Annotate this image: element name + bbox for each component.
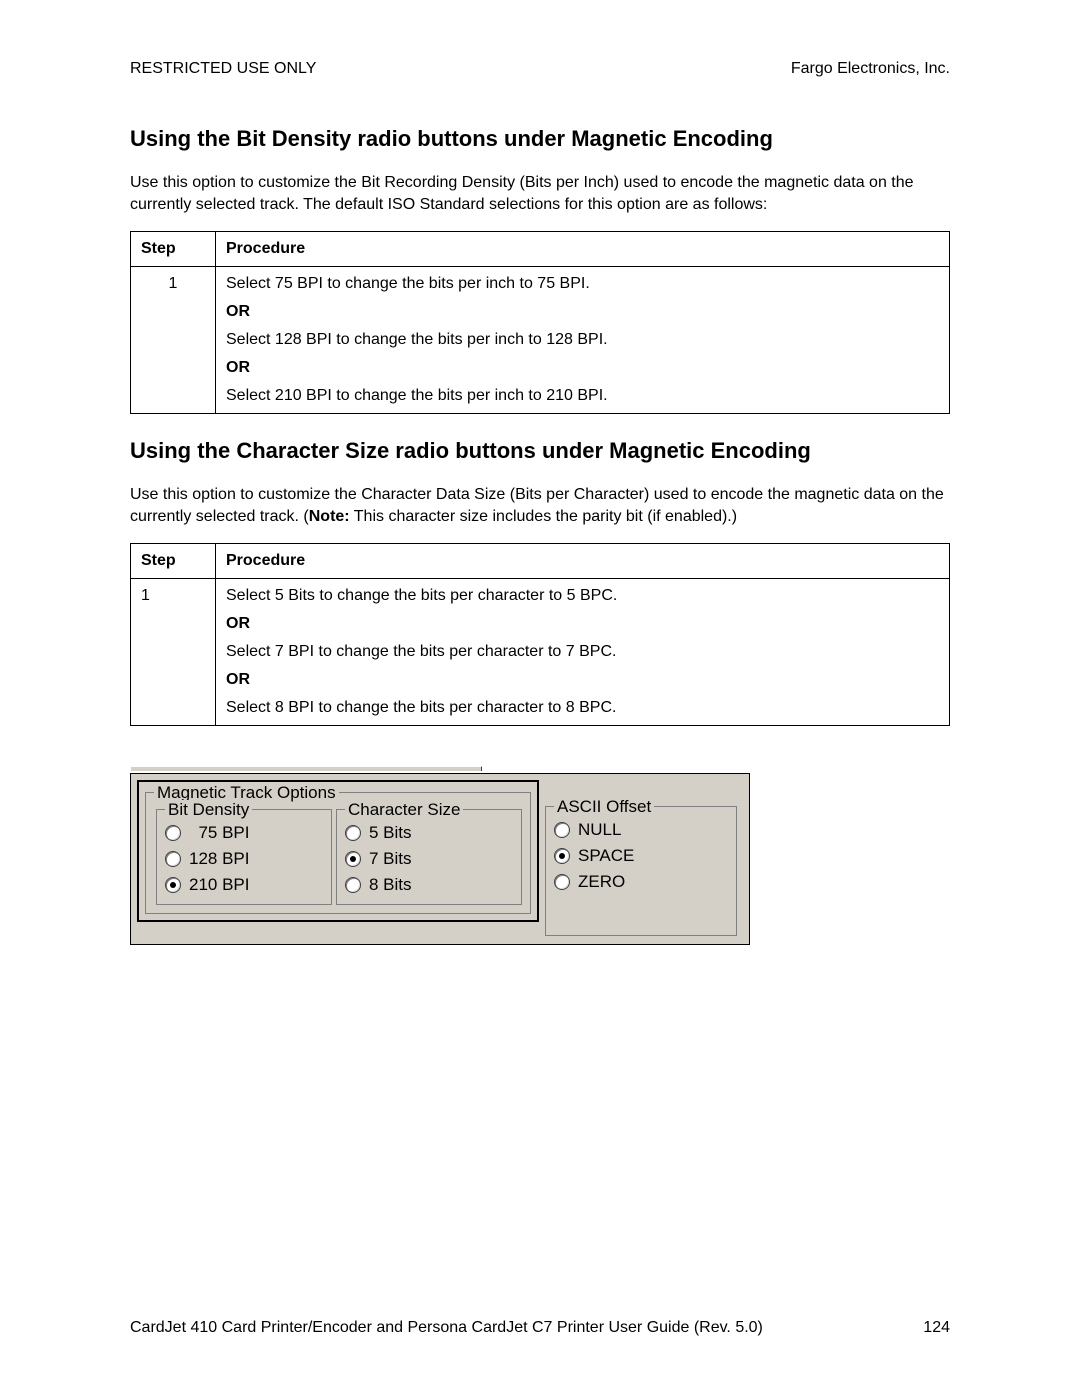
group-label: ASCII Offset [554, 797, 654, 817]
proc-or: OR [226, 359, 939, 377]
table-row-procedure: Select 5 Bits to change the bits per cha… [216, 579, 950, 726]
radio-icon [554, 822, 570, 838]
radio-label: SPACE [578, 846, 634, 866]
table-row-step: 1 [131, 579, 216, 726]
dialog-screenshot: Magnetic Track Options Bit Density 75 BP… [130, 766, 750, 945]
group-bit-density: Bit Density 75 BPI 128 BPI 210 BPI [156, 809, 332, 905]
th-procedure: Procedure [216, 544, 950, 579]
radio-null[interactable]: NULL [554, 817, 730, 843]
radio-icon [554, 848, 570, 864]
radio-label: 7 Bits [369, 849, 412, 869]
radio-7-bits[interactable]: 7 Bits [345, 846, 515, 872]
group-label: Character Size [345, 800, 463, 820]
dialog-top-edge [130, 766, 482, 771]
radio-8-bits[interactable]: 8 Bits [345, 872, 515, 898]
radio-label: 128 BPI [189, 849, 250, 869]
radio-label: 210 BPI [189, 875, 250, 895]
radio-210-bpi[interactable]: 210 BPI [165, 872, 325, 898]
proc-or: OR [226, 303, 939, 321]
intro-text-b: This character size includes the parity … [350, 508, 737, 525]
radio-zero[interactable]: ZERO [554, 869, 730, 895]
radio-label: NULL [578, 820, 621, 840]
radio-icon [165, 825, 181, 841]
radio-label: 5 Bits [369, 823, 412, 843]
th-step: Step [131, 544, 216, 579]
radio-128-bpi[interactable]: 128 BPI [165, 846, 325, 872]
proc-line: Select 7 BPI to change the bits per char… [226, 643, 939, 661]
th-procedure: Procedure [216, 232, 950, 267]
group-magnetic-track-options: Magnetic Track Options Bit Density 75 BP… [145, 792, 531, 914]
radio-space[interactable]: SPACE [554, 843, 730, 869]
radio-label: 8 Bits [369, 875, 412, 895]
section2-title: Using the Character Size radio buttons u… [130, 438, 950, 464]
radio-icon [165, 877, 181, 893]
radio-label: 75 BPI [189, 823, 249, 843]
section1-intro: Use this option to customize the Bit Rec… [130, 172, 950, 215]
table-row-procedure: Select 75 BPI to change the bits per inc… [216, 267, 950, 414]
table-char-size: Step Procedure 1 Select 5 Bits to change… [130, 543, 950, 726]
section1-title: Using the Bit Density radio buttons unde… [130, 126, 950, 152]
radio-5-bits[interactable]: 5 Bits [345, 820, 515, 846]
radio-75-bpi[interactable]: 75 BPI [165, 820, 325, 846]
proc-or: OR [226, 671, 939, 689]
proc-line: Select 128 BPI to change the bits per in… [226, 331, 939, 349]
radio-label: ZERO [578, 872, 625, 892]
group-ascii-offset: ASCII Offset NULL SPACE ZERO [545, 806, 737, 936]
section2-intro: Use this option to customize the Charact… [130, 484, 950, 527]
group-label: Bit Density [165, 800, 252, 820]
th-step: Step [131, 232, 216, 267]
proc-line: Select 210 BPI to change the bits per in… [226, 387, 939, 405]
header-right: Fargo Electronics, Inc. [791, 60, 950, 78]
intro-note-label: Note: [309, 508, 350, 525]
radio-icon [345, 825, 361, 841]
proc-line: Select 8 BPI to change the bits per char… [226, 699, 939, 717]
table-bit-density: Step Procedure 1 Select 75 BPI to change… [130, 231, 950, 414]
page-number: 124 [923, 1319, 950, 1337]
table-row-step: 1 [131, 267, 216, 414]
proc-line: Select 5 Bits to change the bits per cha… [226, 587, 939, 605]
radio-icon [345, 877, 361, 893]
radio-icon [554, 874, 570, 890]
radio-icon [345, 851, 361, 867]
proc-line: Select 75 BPI to change the bits per inc… [226, 275, 939, 293]
group-character-size: Character Size 5 Bits 7 Bits 8 Bits [336, 809, 522, 905]
radio-icon [165, 851, 181, 867]
header-left: RESTRICTED USE ONLY [130, 60, 316, 78]
footer-text: CardJet 410 Card Printer/Encoder and Per… [130, 1319, 763, 1337]
proc-or: OR [226, 615, 939, 633]
